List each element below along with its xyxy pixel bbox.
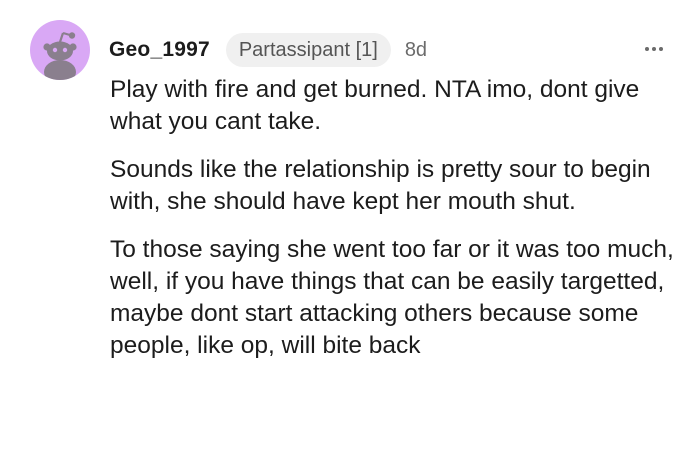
comment-paragraph: Play with fire and get burned. NTA imo, … <box>110 76 640 135</box>
comment-paragraph: Sounds like the relationship is pretty s… <box>110 156 651 215</box>
more-options-button[interactable] <box>640 34 668 64</box>
username-link[interactable]: Geo_1997 <box>109 38 210 62</box>
comment-body: Play with fire and get burned. NTA imo, … <box>110 74 680 378</box>
timestamp[interactable]: 8d <box>405 39 427 62</box>
more-options-icon-dot <box>652 47 656 51</box>
more-options-icon <box>644 47 649 51</box>
user-flair-badge: Partassipant [1] <box>225 33 391 67</box>
comment-paragraph: To those saying she went too far or it w… <box>110 236 674 359</box>
snoo-avatar-icon <box>43 31 77 80</box>
comment: Geo_1997 Partassipant [1] 8d Play with f… <box>0 0 700 456</box>
comment-meta: Geo_1997 Partassipant [1] 8d <box>109 32 427 68</box>
more-options-icon-dot <box>659 47 664 51</box>
avatar[interactable] <box>30 20 90 80</box>
